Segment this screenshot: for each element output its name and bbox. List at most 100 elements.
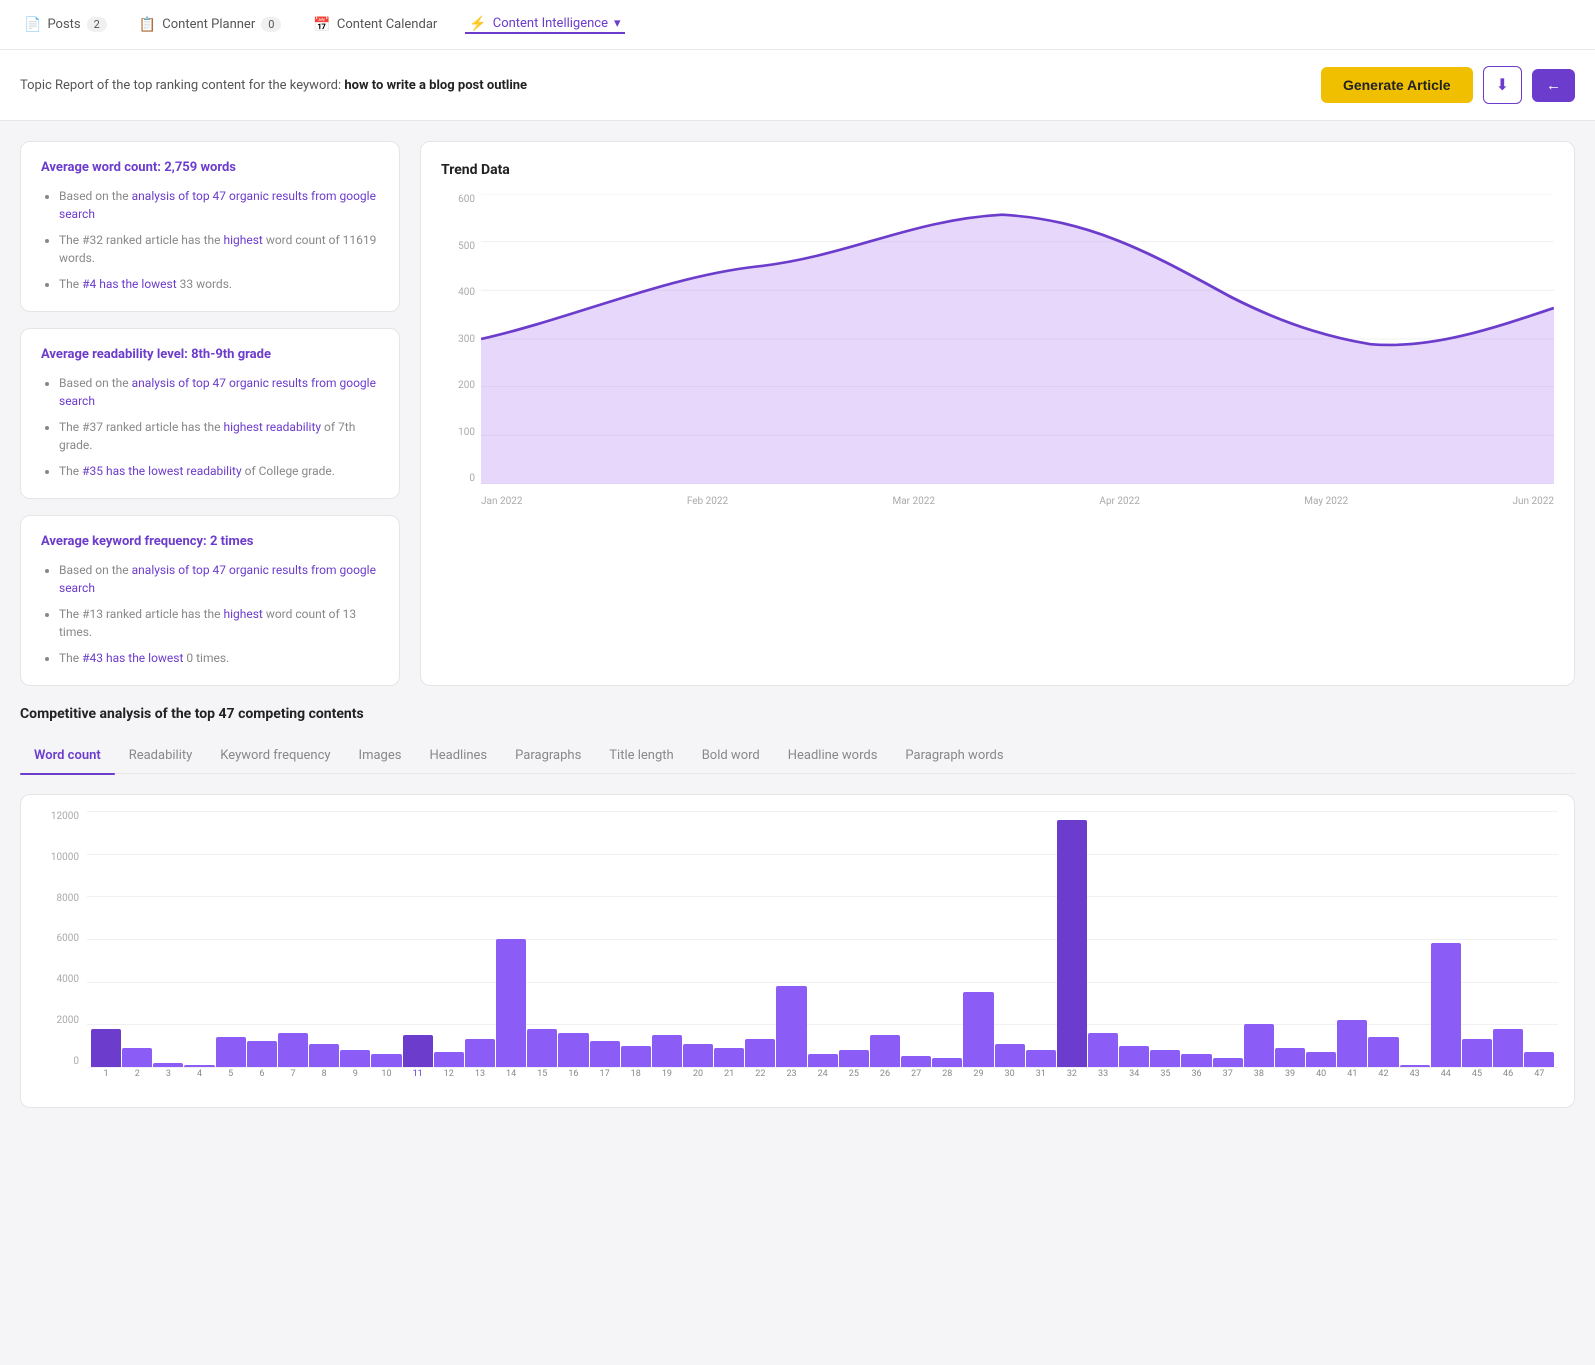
bar-35[interactable] xyxy=(1150,1050,1180,1067)
bar-37[interactable] xyxy=(1213,1058,1243,1067)
bar-21[interactable] xyxy=(714,1048,744,1067)
bar-26[interactable] xyxy=(870,1035,900,1067)
bar-34[interactable] xyxy=(1119,1046,1149,1067)
bar-47[interactable] xyxy=(1524,1052,1554,1067)
x-label-may: May 2022 xyxy=(1304,496,1348,507)
bar-chart-container: 12000 10000 8000 6000 4000 2000 0 xyxy=(20,794,1575,1108)
tab-paragraph-words[interactable]: Paragraph words xyxy=(891,738,1017,773)
bar-41[interactable] xyxy=(1337,1020,1367,1067)
tab-keyword-frequency[interactable]: Keyword frequency xyxy=(206,738,344,773)
bar-14[interactable] xyxy=(496,939,526,1067)
link-2[interactable]: highest xyxy=(223,233,262,247)
bar-item-5 xyxy=(216,811,246,1067)
x-label-28: 28 xyxy=(932,1069,962,1091)
bar-27[interactable] xyxy=(901,1056,931,1067)
bar-6[interactable] xyxy=(247,1041,277,1067)
x-label-25: 25 xyxy=(839,1069,869,1091)
bar-22[interactable] xyxy=(745,1039,775,1067)
bar-item-18 xyxy=(621,811,651,1067)
x-label-17: 17 xyxy=(590,1069,620,1091)
y-label-500: 500 xyxy=(458,241,475,252)
x-label-38: 38 xyxy=(1244,1069,1274,1091)
nav-content-planner[interactable]: 📋 Content Planner 0 xyxy=(135,17,286,33)
tab-readability[interactable]: Readability xyxy=(115,738,207,773)
bar-30[interactable] xyxy=(995,1044,1025,1067)
x-label-29: 29 xyxy=(963,1069,993,1091)
bar-item-4 xyxy=(184,811,214,1067)
link-8[interactable]: highest xyxy=(223,607,262,621)
bar-7[interactable] xyxy=(278,1033,308,1067)
bar-15[interactable] xyxy=(527,1029,557,1067)
bar-38[interactable] xyxy=(1244,1024,1274,1067)
chevron-down-icon: ▾ xyxy=(614,16,621,31)
bar-33[interactable] xyxy=(1088,1033,1118,1067)
bar-45[interactable] xyxy=(1462,1039,1492,1067)
bar-17[interactable] xyxy=(590,1041,620,1067)
back-button[interactable]: ← xyxy=(1532,69,1575,102)
bar-8[interactable] xyxy=(309,1044,339,1067)
bar-44[interactable] xyxy=(1431,943,1461,1067)
bar-2[interactable] xyxy=(122,1048,152,1067)
link-5[interactable]: highest readability xyxy=(223,420,321,434)
bar-13[interactable] xyxy=(465,1039,495,1067)
nav-content-intelligence[interactable]: ⚡ Content Intelligence ▾ xyxy=(465,16,624,34)
x-label-22: 22 xyxy=(745,1069,775,1091)
bar-18[interactable] xyxy=(621,1046,651,1067)
nav-posts[interactable]: 📄 Posts 2 xyxy=(20,17,111,33)
link-3[interactable]: #4 has the lowest xyxy=(82,277,177,291)
bar-5[interactable] xyxy=(216,1037,246,1067)
bar-29[interactable] xyxy=(963,992,993,1067)
bar-11[interactable] xyxy=(403,1035,433,1067)
link-7[interactable]: analysis of top 47 organic results from … xyxy=(59,563,376,595)
nav-posts-label: Posts xyxy=(47,17,80,32)
generate-article-button[interactable]: Generate Article xyxy=(1321,67,1473,103)
link-9[interactable]: #43 has the lowest xyxy=(82,651,183,665)
x-label-jan: Jan 2022 xyxy=(481,496,522,507)
bar-46[interactable] xyxy=(1493,1029,1523,1067)
link-4[interactable]: analysis of top 47 organic results from … xyxy=(59,376,376,408)
bar-9[interactable] xyxy=(340,1050,370,1067)
bar-25[interactable] xyxy=(839,1050,869,1067)
bar-42[interactable] xyxy=(1368,1037,1398,1067)
bar-12[interactable] xyxy=(434,1052,464,1067)
x-label-19: 19 xyxy=(652,1069,682,1091)
bar-10[interactable] xyxy=(371,1054,401,1067)
bar-20[interactable] xyxy=(683,1044,713,1067)
tab-headline-words[interactable]: Headline words xyxy=(774,738,892,773)
bar-4[interactable] xyxy=(184,1065,214,1067)
link-1[interactable]: analysis of top 47 organic results from … xyxy=(59,189,376,221)
bar-28[interactable] xyxy=(932,1058,962,1067)
bar-39[interactable] xyxy=(1275,1048,1305,1067)
tab-paragraphs[interactable]: Paragraphs xyxy=(501,738,595,773)
bar-3[interactable] xyxy=(153,1063,183,1067)
tab-bold-word[interactable]: Bold word xyxy=(688,738,774,773)
bar-43[interactable] xyxy=(1400,1065,1430,1067)
trend-chart-svg-wrap xyxy=(481,194,1554,484)
tab-headlines[interactable]: Headlines xyxy=(415,738,501,773)
nav-content-intelligence-label: Content Intelligence xyxy=(493,16,608,31)
bar-40[interactable] xyxy=(1306,1052,1336,1067)
keyword-freq-value: 2 times xyxy=(210,534,254,549)
bar-item-10 xyxy=(371,811,401,1067)
tab-images[interactable]: Images xyxy=(345,738,416,773)
bar-24[interactable] xyxy=(808,1054,838,1067)
x-label-11: 11 xyxy=(403,1069,433,1091)
x-label-35: 35 xyxy=(1150,1069,1180,1091)
x-label-43: 43 xyxy=(1400,1069,1430,1091)
bar-36[interactable] xyxy=(1181,1054,1211,1067)
bar-1[interactable] xyxy=(91,1029,121,1067)
bar-31[interactable] xyxy=(1026,1050,1056,1067)
link-6[interactable]: #35 has the lowest readability xyxy=(82,464,242,478)
bar-16[interactable] xyxy=(558,1033,588,1067)
nav-content-calendar[interactable]: 📅 Content Calendar xyxy=(309,17,441,33)
bar-item-22 xyxy=(745,811,775,1067)
download-button[interactable]: ⬇ xyxy=(1483,66,1522,104)
bar-23[interactable] xyxy=(776,986,806,1067)
bar-32[interactable] xyxy=(1057,820,1087,1067)
bar-19[interactable] xyxy=(652,1035,682,1067)
tab-word-count[interactable]: Word count xyxy=(20,738,115,773)
tab-title-length[interactable]: Title length xyxy=(595,738,687,773)
trend-chart-area: 600 500 400 300 200 100 0 xyxy=(441,194,1554,514)
bar-chart-y-axis: 12000 10000 8000 6000 4000 2000 0 xyxy=(37,811,87,1091)
bars-row xyxy=(87,811,1558,1067)
